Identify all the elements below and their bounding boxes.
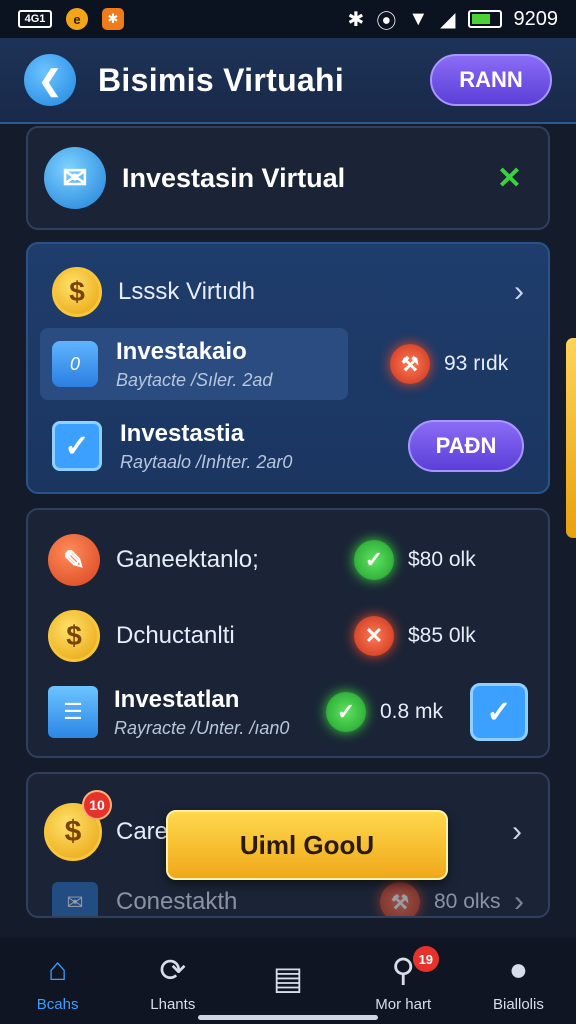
- refresh-icon: ⟳: [159, 951, 187, 988]
- item-subtitle: Raytaalo /Inhter. 2ar0: [120, 451, 293, 472]
- list-item[interactable]: $ Dchuctanlti ✕ $85 0lk: [28, 606, 548, 666]
- item-subtitle: Rayracte /Unter. /ıan0: [114, 717, 290, 738]
- network-type-icon: 4G1: [18, 10, 52, 28]
- notification-badge: 10: [82, 790, 112, 820]
- search-icon: ⚲: [391, 951, 415, 988]
- pickaxe-icon: ⚒: [380, 882, 420, 916]
- item-value: 0.8 mk: [380, 700, 444, 723]
- battery-icon: [467, 10, 502, 28]
- item-title: Care: [116, 818, 169, 845]
- investment-card: $ Lsssk Virtıdh › 0 Investakaio Baytacte…: [26, 242, 550, 494]
- bottom-navigation: ⌂ Bcahs ⟳ Lhants ▤ ⚲ 19 Mor hart ● Biall…: [0, 938, 576, 1024]
- card-header-label: Lsssk Virtıdh: [118, 278, 255, 305]
- coin-notification-icon: e: [66, 8, 88, 30]
- document-icon: ☰: [48, 686, 98, 738]
- mail-icon: ✉: [52, 882, 98, 916]
- item-title: Ganeektanlo;: [116, 546, 259, 573]
- clipboard-icon: ▤: [272, 960, 304, 996]
- nav-item-search[interactable]: ⚲ 19 Mor hart: [346, 938, 461, 1024]
- list-item[interactable]: ✎ Ganeektanlo; ✓ $80 olk: [28, 530, 548, 590]
- status-time: 9209: [513, 7, 559, 30]
- status-bar: 4G1 e ✱ ✱ ⦿ ▼ ◢ 9209: [0, 0, 576, 38]
- cross-icon: ✕: [354, 616, 394, 656]
- chevron-right-icon: ›: [514, 885, 524, 918]
- app-notification-icon: ✱: [102, 8, 124, 30]
- dollar-coin-icon: $: [48, 610, 100, 662]
- nav-item-home[interactable]: ⌂ Bcahs: [0, 938, 115, 1024]
- chevron-right-icon: ›: [514, 275, 524, 308]
- nav-label: Mor hart: [375, 995, 432, 1013]
- list-card: ✎ Ganeektanlo; ✓ $80 olk $ Dchuctanlti ✕…: [26, 508, 550, 758]
- nav-item-refresh[interactable]: ⟳ Lhants: [115, 938, 230, 1024]
- vibrate-icon: ⦿: [376, 10, 397, 33]
- mail-icon: ✉: [44, 147, 106, 209]
- item-value: 80 olks: [434, 890, 501, 913]
- close-icon[interactable]: ✕: [497, 161, 522, 196]
- list-item[interactable]: ☰ Investatlan Rayracte /Unter. /ıan0 ✓ 0…: [28, 678, 548, 746]
- nav-label: Biallolis: [492, 995, 544, 1013]
- card-header-row[interactable]: $ Lsssk Virtıdh ›: [28, 264, 548, 320]
- top-card[interactable]: ✉ Investasin Virtual ✕: [26, 126, 550, 230]
- checkbox-checked-icon[interactable]: ✓: [52, 421, 102, 471]
- item-title: Dchuctanlti: [116, 622, 235, 649]
- item-title: Investastia: [120, 419, 245, 447]
- nav-item-profile[interactable]: ● Biallolis: [461, 938, 576, 1024]
- bag-icon: 0: [52, 341, 98, 387]
- pickaxe-icon: ⚒: [390, 344, 430, 384]
- bluetooth-icon: ✱: [347, 8, 365, 31]
- overlay-gold-button[interactable]: Uiml GooU: [166, 810, 448, 880]
- check-icon: ✓: [354, 540, 394, 580]
- item-action-button[interactable]: PAÐN: [408, 420, 524, 472]
- item-value: 93 rıdk: [444, 352, 509, 375]
- nav-item-clipboard[interactable]: ▤: [230, 938, 345, 1024]
- home-icon: ⌂: [47, 951, 68, 987]
- item-title: Conestakth: [116, 888, 238, 915]
- list-item[interactable]: ✉ Conestakth ⚒ 80 olks ›: [28, 874, 548, 918]
- wifi-icon: ▼: [408, 7, 429, 30]
- item-title: Investatlan: [114, 685, 240, 713]
- home-indicator: [198, 1015, 378, 1020]
- pencil-icon: ✎: [48, 534, 100, 586]
- item-value: $85 0lk: [408, 624, 476, 647]
- top-card-title: Investasin Virtual: [122, 162, 346, 193]
- header-action-button[interactable]: RANN: [430, 54, 552, 106]
- page-title: Bisimis Virtuahi: [98, 61, 345, 98]
- item-subtitle: Baytacte /Sıler. 2ad: [116, 369, 273, 390]
- check-icon: ✓: [326, 692, 366, 732]
- list-item: ✓ Investastia Raytaalo /Inhter. 2ar0 PAÐ…: [28, 410, 548, 482]
- back-arrow-icon[interactable]: ❮: [24, 54, 76, 106]
- profile-icon: ●: [508, 951, 529, 987]
- chevron-right-icon: ›: [512, 815, 522, 848]
- checkbox-checked-icon[interactable]: ✓: [470, 683, 528, 741]
- item-value: $80 olk: [408, 548, 476, 571]
- dollar-coin-icon: $: [52, 267, 102, 317]
- nav-label: Bcahs: [36, 995, 79, 1013]
- nav-label: Lhants: [150, 995, 196, 1013]
- side-drawer-handle[interactable]: [566, 338, 576, 538]
- item-title: Investakaio: [116, 337, 247, 365]
- app-header: ❮ Bisimis Virtuahi RANN: [0, 38, 576, 124]
- signal-icon: ◢: [440, 8, 456, 31]
- notification-badge: 19: [412, 946, 439, 972]
